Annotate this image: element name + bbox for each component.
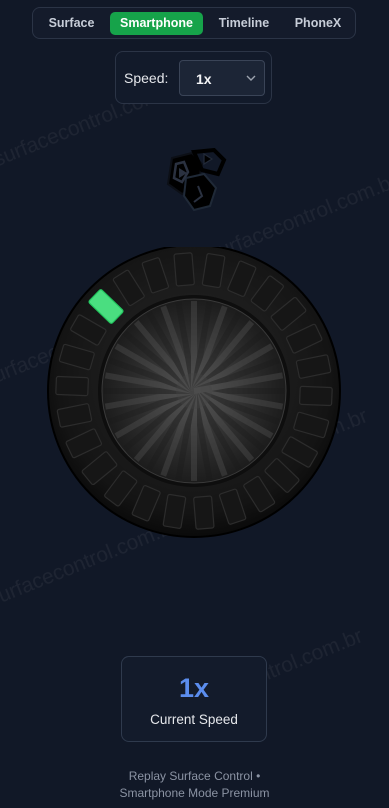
- footer-line-2: Smartphone Mode Premium: [119, 786, 270, 800]
- speed-select-value: 1x: [196, 71, 212, 87]
- jog-segment: [55, 375, 89, 397]
- footer: Replay Surface Control • Smartphone Mode…: [0, 768, 389, 802]
- current-speed-card: 1x Current Speed: [121, 656, 267, 742]
- jog-segment: [193, 495, 215, 530]
- jog-segment: [299, 385, 333, 407]
- current-speed-caption: Current Speed: [150, 712, 238, 727]
- speed-label: Speed:: [124, 70, 169, 86]
- mode-tabs: Surface Smartphone Timeline PhoneX: [32, 7, 356, 39]
- speed-select[interactable]: 1x: [179, 60, 265, 96]
- footer-line-1: Replay Surface Control •: [128, 769, 261, 783]
- speed-control: Speed: 1x: [115, 51, 272, 104]
- tab-smartphone[interactable]: Smartphone: [110, 12, 203, 35]
- tab-phonex[interactable]: PhoneX: [285, 12, 351, 35]
- replay-logo-icon: [166, 148, 227, 212]
- tab-surface[interactable]: Surface: [39, 12, 104, 35]
- jog-segment: [173, 252, 195, 287]
- current-speed-value: 1x: [178, 673, 210, 703]
- tab-timeline[interactable]: Timeline: [209, 12, 279, 35]
- chevron-down-icon: [246, 75, 256, 81]
- jog-wheel[interactable]: [46, 247, 342, 543]
